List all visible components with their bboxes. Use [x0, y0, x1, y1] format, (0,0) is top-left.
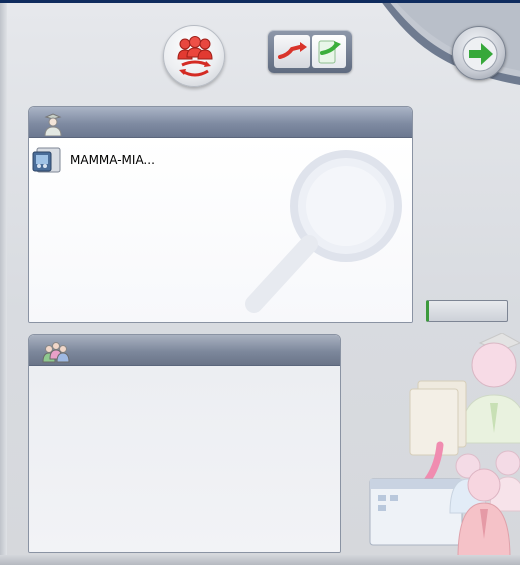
- transfer-right-segment[interactable]: [312, 35, 346, 68]
- go-button[interactable]: [452, 26, 506, 80]
- red-arrow-left-icon: [278, 42, 307, 59]
- green-arrow-right-icon: [462, 36, 498, 72]
- list-item-label: MAMMA-MIA...: [70, 153, 155, 167]
- transfer-button[interactable]: [268, 30, 352, 73]
- status-field: [426, 300, 508, 322]
- list-item[interactable]: MAMMA-MIA...: [32, 145, 155, 175]
- items-panel-header: [29, 107, 412, 138]
- group-sync-button[interactable]: [163, 25, 225, 87]
- transfer-left-segment[interactable]: [274, 35, 310, 68]
- green-arrow-swap-icon: [318, 40, 341, 64]
- app-window: MAMMA-MIA...: [0, 0, 520, 565]
- groups-panel: [28, 334, 341, 553]
- groups-list[interactable]: [29, 366, 340, 552]
- movie-file-icon: [32, 145, 64, 175]
- items-panel: MAMMA-MIA...: [28, 106, 413, 323]
- user-group-icon: [42, 342, 70, 363]
- single-user-icon: [44, 113, 62, 136]
- share-users-illustration: [369, 333, 520, 558]
- magnifier-watermark-icon: [245, 150, 402, 313]
- groups-panel-header: [29, 335, 340, 366]
- items-list[interactable]: MAMMA-MIA...: [29, 138, 412, 322]
- user-group-sync-icon: [177, 36, 213, 77]
